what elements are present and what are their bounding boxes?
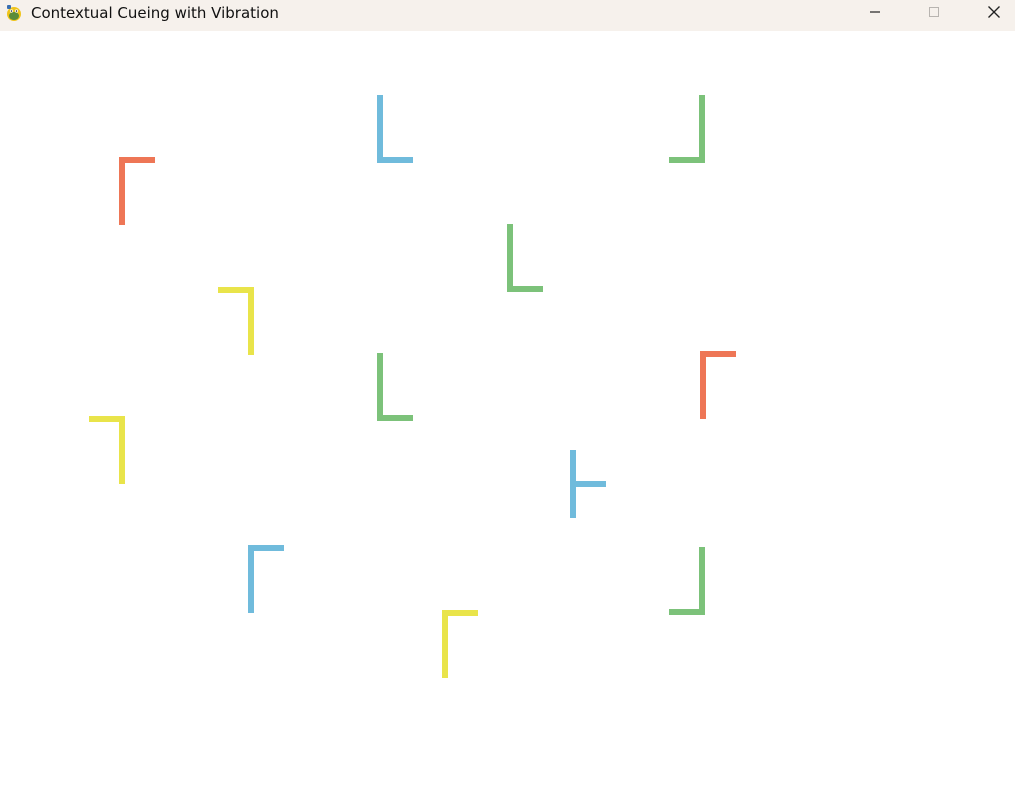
distractor-l-stimulus	[700, 351, 736, 419]
stimulus-stroke	[507, 286, 543, 292]
stimulus-stroke	[700, 351, 706, 419]
title-bar[interactable]: Contextual Cueing with Vibration	[0, 0, 1015, 31]
stimulus-stroke	[669, 609, 705, 615]
stimulus-stroke	[377, 157, 413, 163]
minimize-button[interactable]	[846, 0, 904, 24]
distractor-l-stimulus	[377, 353, 413, 421]
pygame-snake-icon	[7, 5, 21, 21]
close-icon	[988, 6, 1000, 18]
game-canvas[interactable]	[0, 31, 1015, 791]
target-t-stimulus	[570, 450, 606, 518]
stimulus-stroke	[248, 545, 254, 613]
stimulus-stroke	[570, 481, 606, 487]
stimulus-stroke	[669, 157, 705, 163]
stimulus-stroke	[442, 610, 448, 678]
stimulus-stroke	[377, 353, 383, 421]
distractor-l-stimulus	[377, 95, 413, 163]
distractor-l-stimulus	[119, 157, 155, 225]
distractor-l-stimulus	[669, 95, 705, 163]
stimulus-stroke	[119, 157, 125, 225]
maximize-icon	[929, 7, 939, 17]
close-button[interactable]	[965, 0, 1015, 24]
stimulus-stroke	[248, 287, 254, 355]
distractor-l-stimulus	[248, 545, 284, 613]
minimize-icon	[870, 11, 880, 13]
distractor-l-stimulus	[218, 287, 254, 355]
distractor-l-stimulus	[89, 416, 125, 484]
distractor-l-stimulus	[669, 547, 705, 615]
stimulus-stroke	[507, 224, 513, 292]
window-title: Contextual Cueing with Vibration	[31, 4, 279, 22]
distractor-l-stimulus	[442, 610, 478, 678]
stimulus-stroke	[699, 547, 705, 615]
search-display	[89, 95, 736, 678]
stimulus-stroke	[377, 415, 413, 421]
distractor-l-stimulus	[507, 224, 543, 292]
stimulus-stroke	[699, 95, 705, 163]
app-window: Contextual Cueing with Vibration	[0, 0, 1015, 791]
stimulus-stroke	[377, 95, 383, 163]
stimulus-stroke	[119, 416, 125, 484]
maximize-button[interactable]	[905, 0, 963, 24]
